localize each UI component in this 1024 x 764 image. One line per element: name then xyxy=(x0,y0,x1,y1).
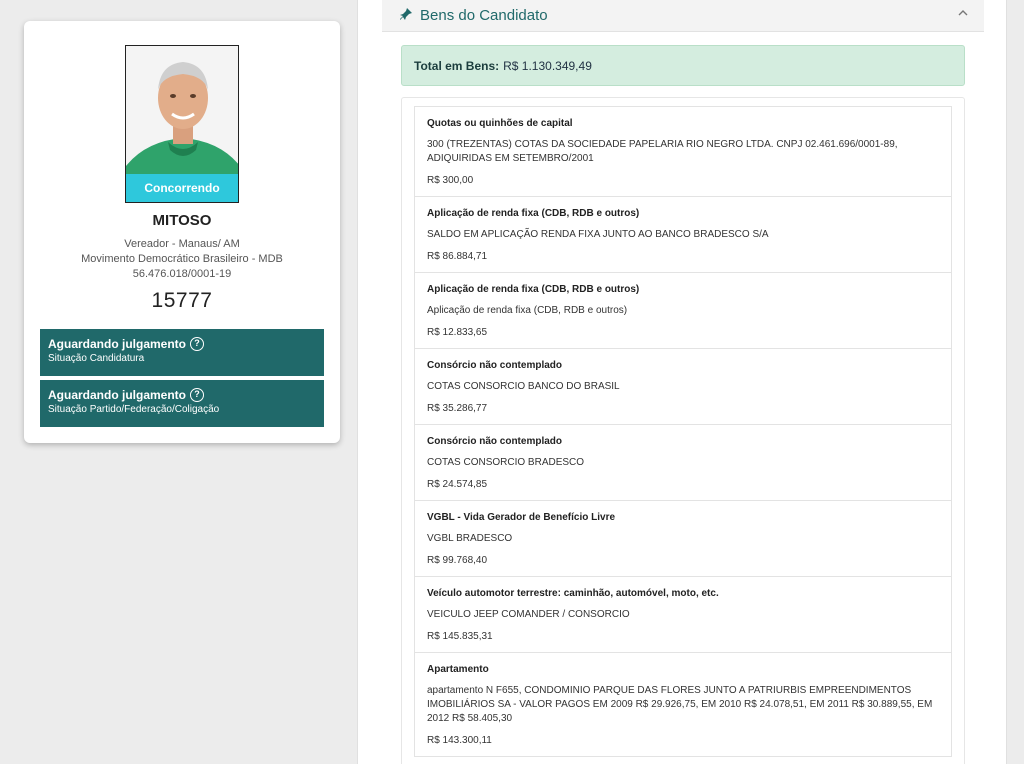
asset-value: R$ 35.286,77 xyxy=(427,403,488,414)
candidate-photo: Concorrendo xyxy=(125,45,239,203)
asset-value: R$ 145.835,31 xyxy=(427,631,493,642)
list-item: Aplicação de renda fixa (CDB, RDB e outr… xyxy=(415,273,951,349)
section-title: Bens do Candidato xyxy=(420,7,548,24)
pin-icon xyxy=(400,8,412,23)
asset-title: Veículo automotor terrestre: caminhão, a… xyxy=(427,588,719,599)
status-title: Aguardando julgamento xyxy=(48,388,186,402)
list-item: Apartamento apartamento N F655, CONDOMINI… xyxy=(415,653,951,757)
assets-panel: Bens do Candidato Total em Bens: R$ 1.13… xyxy=(357,0,1007,764)
candidate-party: Movimento Democrático Brasileiro - MDB xyxy=(81,253,283,265)
status-partido: Aguardando julgamento ? Situação Partido… xyxy=(40,380,324,427)
list-item: Consórcio não contemplado COTAS CONSORCIO… xyxy=(415,425,951,501)
asset-title: Aplicação de renda fixa (CDB, RDB e outr… xyxy=(427,208,640,219)
assets-section-header[interactable]: Bens do Candidato xyxy=(382,0,984,32)
asset-description: SALDO EM APLICAÇÃO RENDA FIXA JUNTO AO B… xyxy=(427,229,769,240)
list-item: Quotas ou quinhões de capital 300 (TREZEN… xyxy=(415,107,951,197)
candidate-cnpj: 56.476.018/0001-19 xyxy=(132,268,232,280)
help-circle-icon[interactable]: ? xyxy=(190,337,204,351)
candidate-card: Concorrendo MITOSO Vereador - Manaus/ AM… xyxy=(24,21,340,443)
status-subtitle: Situação Candidatura xyxy=(48,353,145,364)
candidacy-status-badge: Concorrendo xyxy=(126,174,238,202)
asset-value: R$ 99.768,40 xyxy=(427,555,488,566)
asset-value: R$ 86.884,71 xyxy=(427,251,488,262)
asset-description: apartamento N F655, CONDOMINIO PARQUE DA… xyxy=(427,685,933,724)
assets-list: Quotas ou quinhões de capital 300 (TREZEN… xyxy=(414,106,952,757)
asset-description: VEICULO JEEP COMANDER / CONSORCIO xyxy=(427,609,630,620)
asset-value: R$ 300,00 xyxy=(427,175,474,186)
list-item: VGBL - Vida Gerador de Benefício Livre VG… xyxy=(415,501,951,577)
asset-value: R$ 143.300,11 xyxy=(427,735,492,746)
asset-value: R$ 24.574,85 xyxy=(427,479,488,490)
total-assets: Total em Bens: R$ 1.130.349,49 xyxy=(401,45,965,86)
list-item: Consórcio não contemplado COTAS CONSORCIO… xyxy=(415,349,951,425)
asset-description: COTAS CONSORCIO BANCO DO BRASIL xyxy=(427,381,620,392)
help-circle-icon[interactable]: ? xyxy=(190,388,204,402)
asset-title: Apartamento xyxy=(427,664,489,675)
asset-title: VGBL - Vida Gerador de Benefício Livre xyxy=(427,512,616,523)
asset-description: Aplicação de renda fixa (CDB, RDB e outr… xyxy=(427,305,628,316)
total-value: R$ 1.130.349,49 xyxy=(503,58,592,73)
list-item: Aplicação de renda fixa (CDB, RDB e outr… xyxy=(415,197,951,273)
candidate-office: Vereador - Manaus/ AM xyxy=(124,238,240,250)
chevron-up-icon[interactable] xyxy=(958,6,968,20)
list-item: Veículo automotor terrestre: caminhão, a… xyxy=(415,577,951,653)
asset-value: R$ 12.833,65 xyxy=(427,327,488,338)
asset-description: VGBL BRADESCO xyxy=(427,533,513,544)
candidate-name: MITOSO xyxy=(152,212,212,229)
asset-title: Consórcio não contemplado xyxy=(427,436,563,447)
asset-title: Quotas ou quinhões de capital xyxy=(427,118,573,129)
status-title: Aguardando julgamento xyxy=(48,337,186,351)
asset-description: COTAS CONSORCIO BRADESCO xyxy=(427,457,585,468)
asset-title: Consórcio não contemplado xyxy=(427,360,563,371)
candidate-number: 15777 xyxy=(151,289,213,312)
status-subtitle: Situação Partido/Federação/Coligação xyxy=(48,404,220,415)
asset-title: Aplicação de renda fixa (CDB, RDB e outr… xyxy=(427,284,640,295)
total-label: Total em Bens: xyxy=(414,58,500,73)
status-candidatura: Aguardando julgamento ? Situação Candida… xyxy=(40,329,324,376)
assets-list-container: Quotas ou quinhões de capital 300 (TREZEN… xyxy=(401,97,965,764)
asset-description: 300 (TREZENTAS) COTAS DA SOCIEDADE PAPEL… xyxy=(427,139,898,164)
